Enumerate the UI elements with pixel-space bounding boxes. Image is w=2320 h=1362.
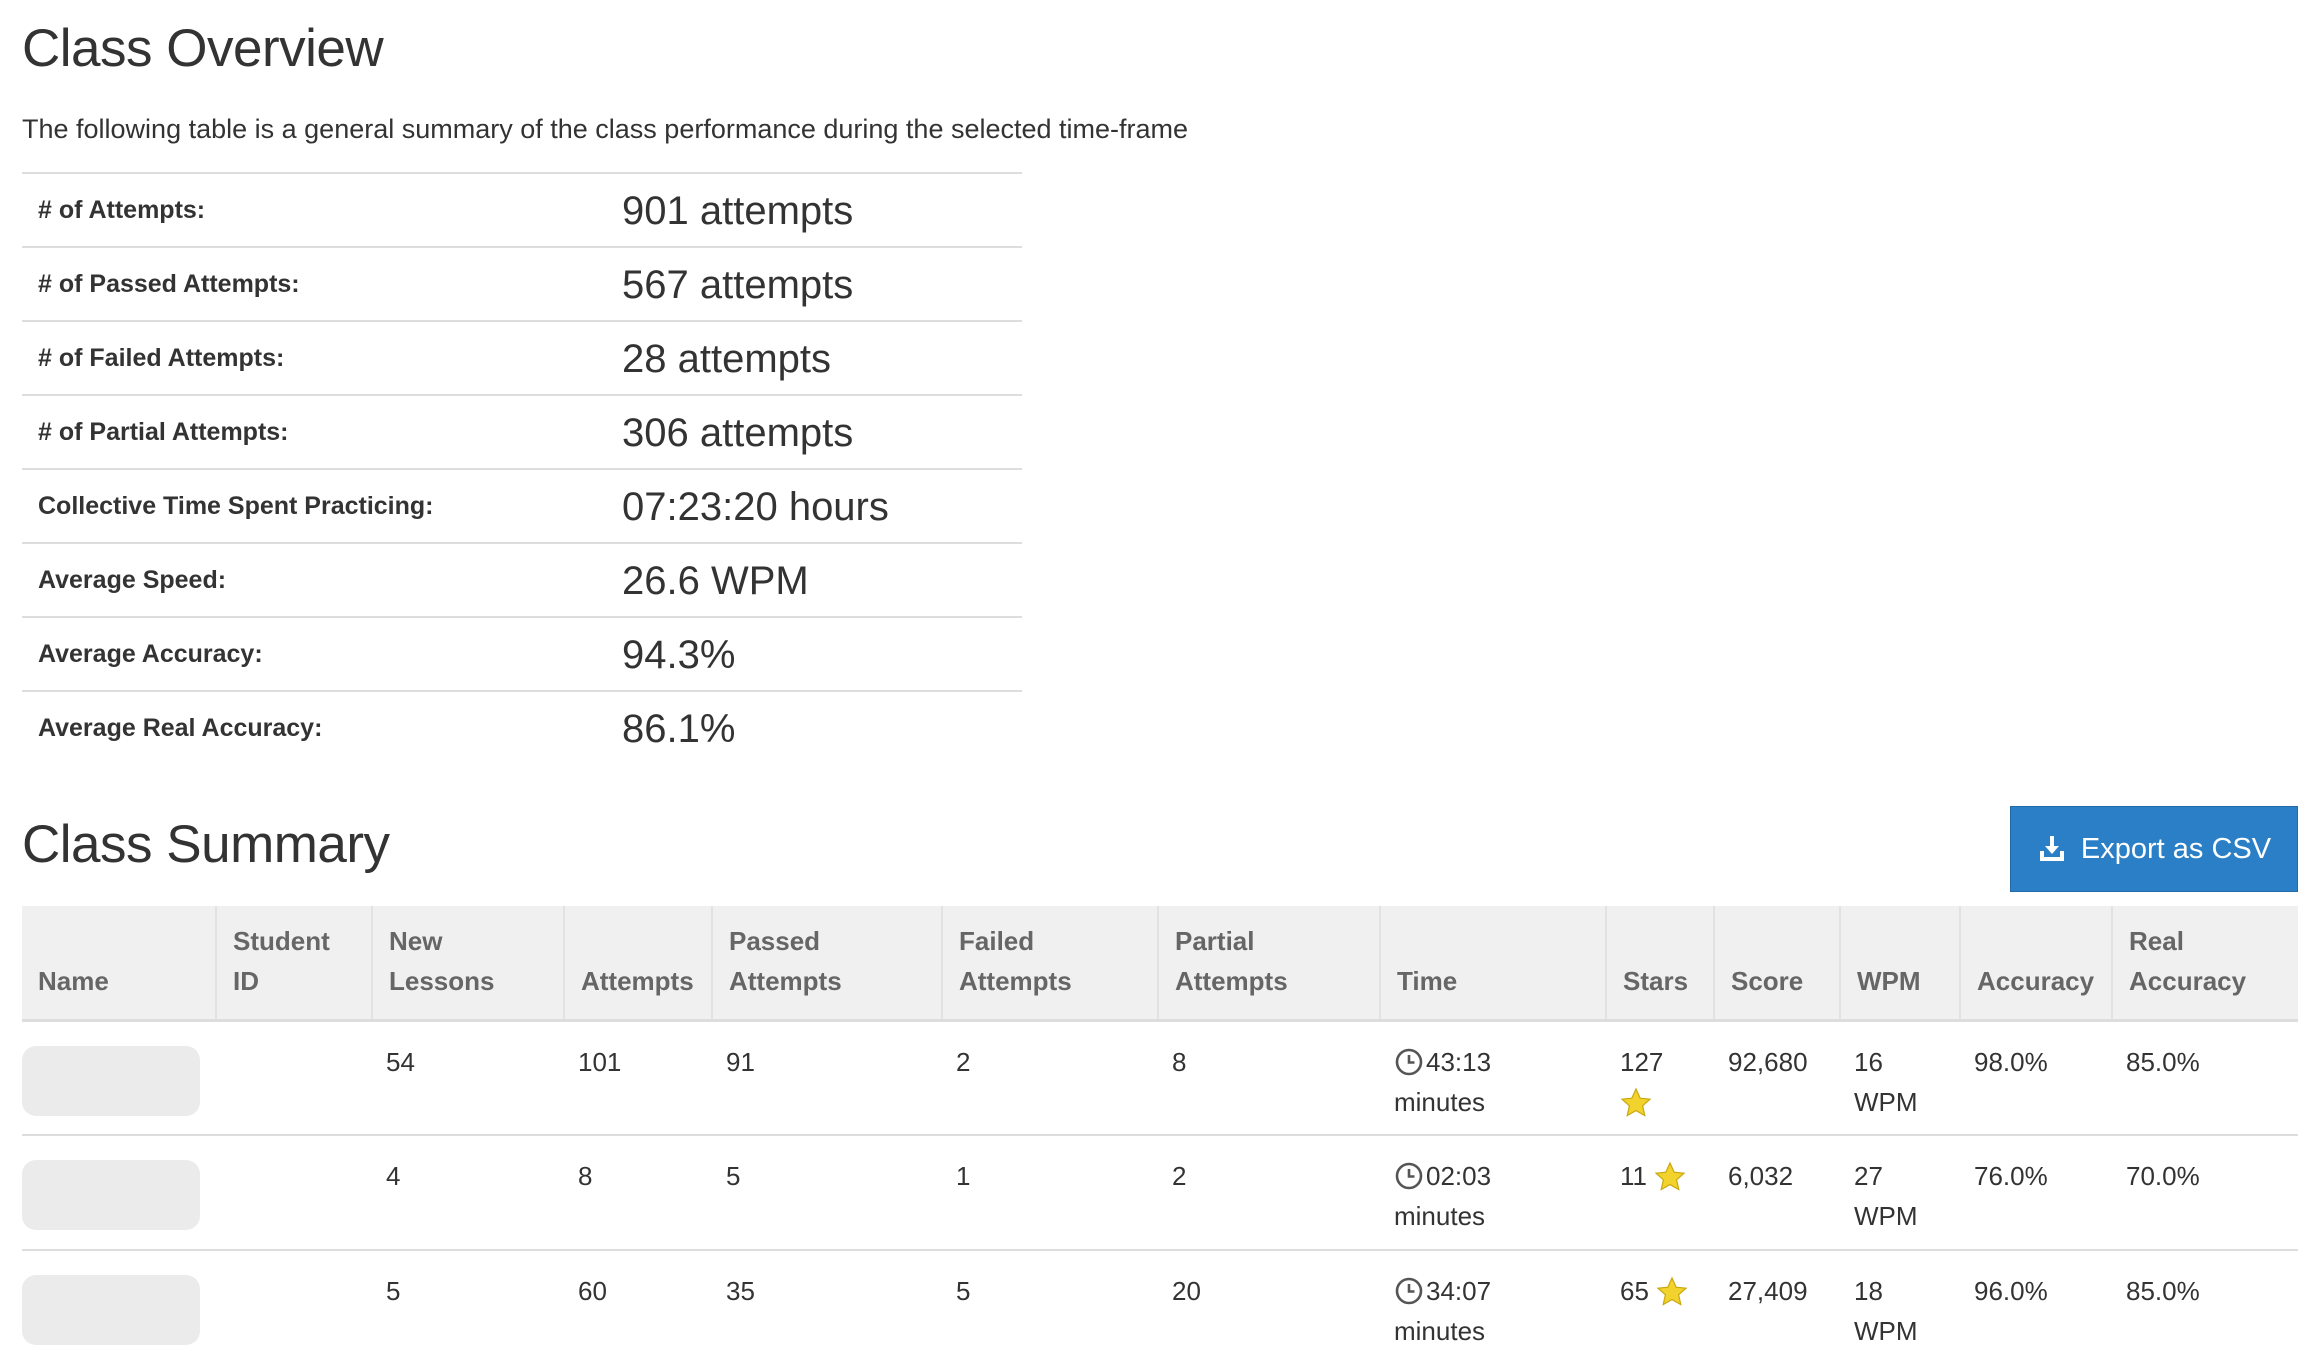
partial-attempts-cell: 20 [1158, 1250, 1380, 1362]
col-accuracy[interactable]: Accuracy [1959, 906, 2112, 1022]
download-icon [2039, 836, 2064, 861]
wpm-cell: 27 WPM [1840, 1135, 1960, 1251]
overview-label: # of Passed Attempts: [38, 269, 300, 298]
table-row[interactable]: 54 101 91 2 8 43:13 minutes 127 92,680 16… [22, 1020, 2298, 1136]
student-name-cell[interactable] [22, 1135, 216, 1251]
score-cell: 92,680 [1714, 1020, 1840, 1136]
failed-attempts-cell: 5 [942, 1250, 1158, 1362]
passed-attempts-cell: 35 [712, 1250, 942, 1362]
partial-attempts-cell: 8 [1158, 1020, 1380, 1136]
overview-label: Collective Time Spent Practicing: [38, 491, 434, 520]
overview-value: 94.3% [622, 632, 736, 677]
partial-attempts-cell: 2 [1158, 1135, 1380, 1251]
overview-value: 901 attempts [622, 188, 854, 233]
stars-cell: 127 [1606, 1020, 1714, 1136]
overview-label: Average Accuracy: [38, 639, 263, 668]
overview-value: 26.6 WPM [622, 558, 809, 603]
student-id-cell [216, 1020, 372, 1136]
wpm-cell: 16 WPM [1840, 1020, 1960, 1136]
table-header: Name Student ID New Lessons Attempts Passe… [22, 906, 2298, 1022]
overview-value: 07:23:20 hours [622, 484, 889, 529]
overview-table: # of Attempts: 901 attempts # of Passed … [22, 172, 1022, 765]
clock-icon [1395, 1277, 1423, 1305]
real-accuracy-cell: 70.0% [2112, 1135, 2298, 1251]
page-title: Class Overview [22, 19, 384, 78]
new-lessons-cell: 4 [372, 1135, 564, 1251]
overview-row: # of Attempts: 901 attempts [22, 173, 1022, 247]
overview-row: Average Real Accuracy: 86.1% [22, 691, 1022, 765]
clock-icon [1395, 1162, 1423, 1190]
student-name-cell[interactable] [22, 1020, 216, 1136]
stars-cell: 11 [1606, 1135, 1714, 1251]
overview-row: # of Failed Attempts: 28 attempts [22, 321, 1022, 395]
star-icon [1620, 1087, 1652, 1117]
col-score[interactable]: Score [1713, 906, 1840, 1022]
time-cell: 43:13 minutes [1380, 1020, 1606, 1136]
attempts-cell: 101 [564, 1020, 712, 1136]
student-name-redacted[interactable] [22, 1045, 200, 1116]
overview-description: The following table is a general summary… [22, 114, 1189, 144]
section-title: Class Summary [22, 815, 390, 874]
overview-value: 306 attempts [622, 410, 854, 455]
real-accuracy-cell: 85.0% [2112, 1250, 2298, 1362]
new-lessons-cell: 5 [372, 1250, 564, 1362]
attempts-cell: 8 [564, 1135, 712, 1251]
col-name[interactable]: Name [22, 906, 216, 1022]
accuracy-cell: 96.0% [1960, 1250, 2112, 1362]
passed-attempts-cell: 91 [712, 1020, 942, 1136]
overview-label: # of Attempts: [38, 195, 206, 224]
attempts-cell: 60 [564, 1250, 712, 1362]
overview-value: 86.1% [622, 707, 736, 751]
student-id-cell [216, 1135, 372, 1251]
clock-icon [1395, 1048, 1423, 1075]
col-partial-attempts[interactable]: Partial Attempts [1157, 906, 1380, 1022]
col-student-id[interactable]: Student ID [215, 906, 372, 1022]
student-id-cell [216, 1250, 372, 1362]
col-passed-attempts[interactable]: Passed Attempts [711, 906, 942, 1022]
accuracy-cell: 76.0% [1960, 1135, 2112, 1251]
real-accuracy-cell: 85.0% [2112, 1020, 2298, 1136]
overview-value: 28 attempts [622, 336, 832, 381]
star-icon [1654, 1161, 1686, 1191]
class-summary-table: Name Student ID New Lessons Attempts Passe… [22, 906, 2298, 1362]
student-name-redacted[interactable] [22, 1160, 200, 1230]
new-lessons-cell: 54 [372, 1020, 564, 1136]
failed-attempts-cell: 2 [942, 1020, 1158, 1136]
failed-attempts-cell: 1 [942, 1135, 1158, 1251]
student-name-cell[interactable] [22, 1250, 216, 1362]
overview-label: Average Real Accuracy: [38, 714, 323, 742]
overview-row: # of Partial Attempts: 306 attempts [22, 395, 1022, 469]
col-stars[interactable]: Stars [1605, 906, 1714, 1022]
overview-row: Average Accuracy: 94.3% [22, 617, 1022, 691]
student-name-redacted[interactable] [22, 1275, 200, 1345]
time-cell: 02:03 minutes [1380, 1135, 1606, 1251]
overview-label: # of Failed Attempts: [38, 343, 285, 372]
overview-label: # of Partial Attempts: [38, 417, 289, 446]
accuracy-cell: 98.0% [1960, 1020, 2112, 1136]
col-new-lessons[interactable]: New Lessons [371, 906, 564, 1022]
time-cell: 34:07 minutes [1380, 1250, 1606, 1362]
stars-cell: 65 [1606, 1250, 1714, 1362]
overview-row: Collective Time Spent Practicing: 07:23:… [22, 469, 1022, 543]
col-time[interactable]: Time [1379, 906, 1606, 1022]
wpm-cell: 18 WPM [1840, 1250, 1960, 1362]
score-cell: 6,032 [1714, 1135, 1840, 1251]
col-attempts[interactable]: Attempts [563, 906, 712, 1022]
overview-row: Average Speed: 26.6 WPM [22, 543, 1022, 617]
export-csv-button[interactable]: Export as CSV [2010, 806, 2298, 892]
export-label: Export as CSV [2080, 832, 2272, 865]
overview-value: 567 attempts [622, 262, 854, 307]
score-cell: 27,409 [1714, 1250, 1840, 1362]
table-row[interactable]: 4 8 5 1 2 02:03 minutes 11 6,032 27 WPM 76… [22, 1135, 2298, 1251]
star-icon [1656, 1276, 1688, 1306]
col-real-accuracy[interactable]: Real Accuracy [2111, 906, 2298, 1022]
overview-label: Average Speed: [38, 565, 227, 594]
table-row[interactable]: 5 60 35 5 20 34:07 minutes 65 27,409 18 WP… [22, 1250, 2298, 1362]
passed-attempts-cell: 5 [712, 1135, 942, 1251]
col-wpm[interactable]: WPM [1839, 906, 1960, 1022]
col-failed-attempts[interactable]: Failed Attempts [941, 906, 1158, 1022]
overview-row: # of Passed Attempts: 567 attempts [22, 247, 1022, 321]
